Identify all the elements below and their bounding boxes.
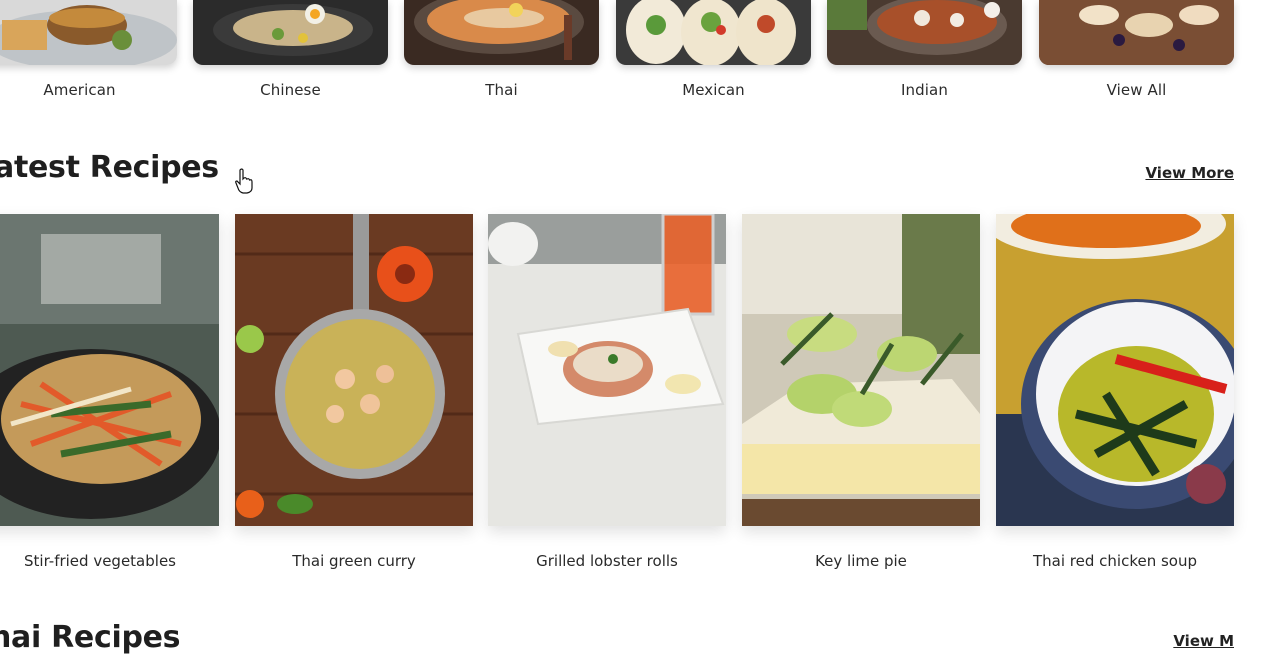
- category-label: View All: [1106, 81, 1167, 99]
- section-title: atest Recipes: [0, 150, 219, 185]
- recipe-title: Stir-fried vegetables: [24, 552, 176, 570]
- recipe-title: Thai green curry: [292, 552, 416, 570]
- recipe-title: Key lime pie: [815, 552, 907, 570]
- recipe-image: [235, 214, 473, 526]
- recipe-title: Grilled lobster rolls: [536, 552, 678, 570]
- recipe-card[interactable]: Thai red chicken soup: [996, 214, 1234, 570]
- category-thai[interactable]: Thai: [404, 0, 599, 99]
- category-view-all-image: [1039, 0, 1234, 65]
- recipe-image: [996, 214, 1234, 526]
- category-chinese[interactable]: Chinese: [193, 0, 388, 99]
- category-mexican-image: [616, 0, 811, 65]
- recipe-card[interactable]: Thai green curry: [235, 214, 473, 570]
- view-more-link[interactable]: View More: [1145, 164, 1234, 182]
- recipe-card[interactable]: Key lime pie: [742, 214, 980, 570]
- category-label: Mexican: [682, 81, 745, 99]
- recipe-card[interactable]: Stir-fried vegetables: [0, 214, 219, 570]
- view-more-link[interactable]: View M: [1173, 632, 1234, 650]
- category-indian-image: [827, 0, 1022, 65]
- recipe-image: [488, 214, 726, 526]
- category-mexican[interactable]: Mexican: [616, 0, 811, 99]
- category-american-image: [0, 0, 177, 65]
- category-row: American Chinese Thai Mexican Indian Vie…: [0, 0, 1278, 110]
- category-label: American: [43, 81, 116, 99]
- hand-cursor-icon: [235, 168, 253, 194]
- recipe-card[interactable]: Grilled lobster rolls: [488, 214, 726, 570]
- category-view-all[interactable]: View All: [1039, 0, 1234, 99]
- category-label: Indian: [901, 81, 948, 99]
- recipe-image: [742, 214, 980, 526]
- category-label: Thai: [485, 81, 518, 99]
- recipe-image: [0, 214, 219, 526]
- category-thai-image: [404, 0, 599, 65]
- category-american[interactable]: American: [0, 0, 177, 99]
- section-title: hai Recipes: [0, 620, 181, 655]
- category-label: Chinese: [260, 81, 321, 99]
- recipe-title: Thai red chicken soup: [1033, 552, 1197, 570]
- category-indian[interactable]: Indian: [827, 0, 1022, 99]
- category-chinese-image: [193, 0, 388, 65]
